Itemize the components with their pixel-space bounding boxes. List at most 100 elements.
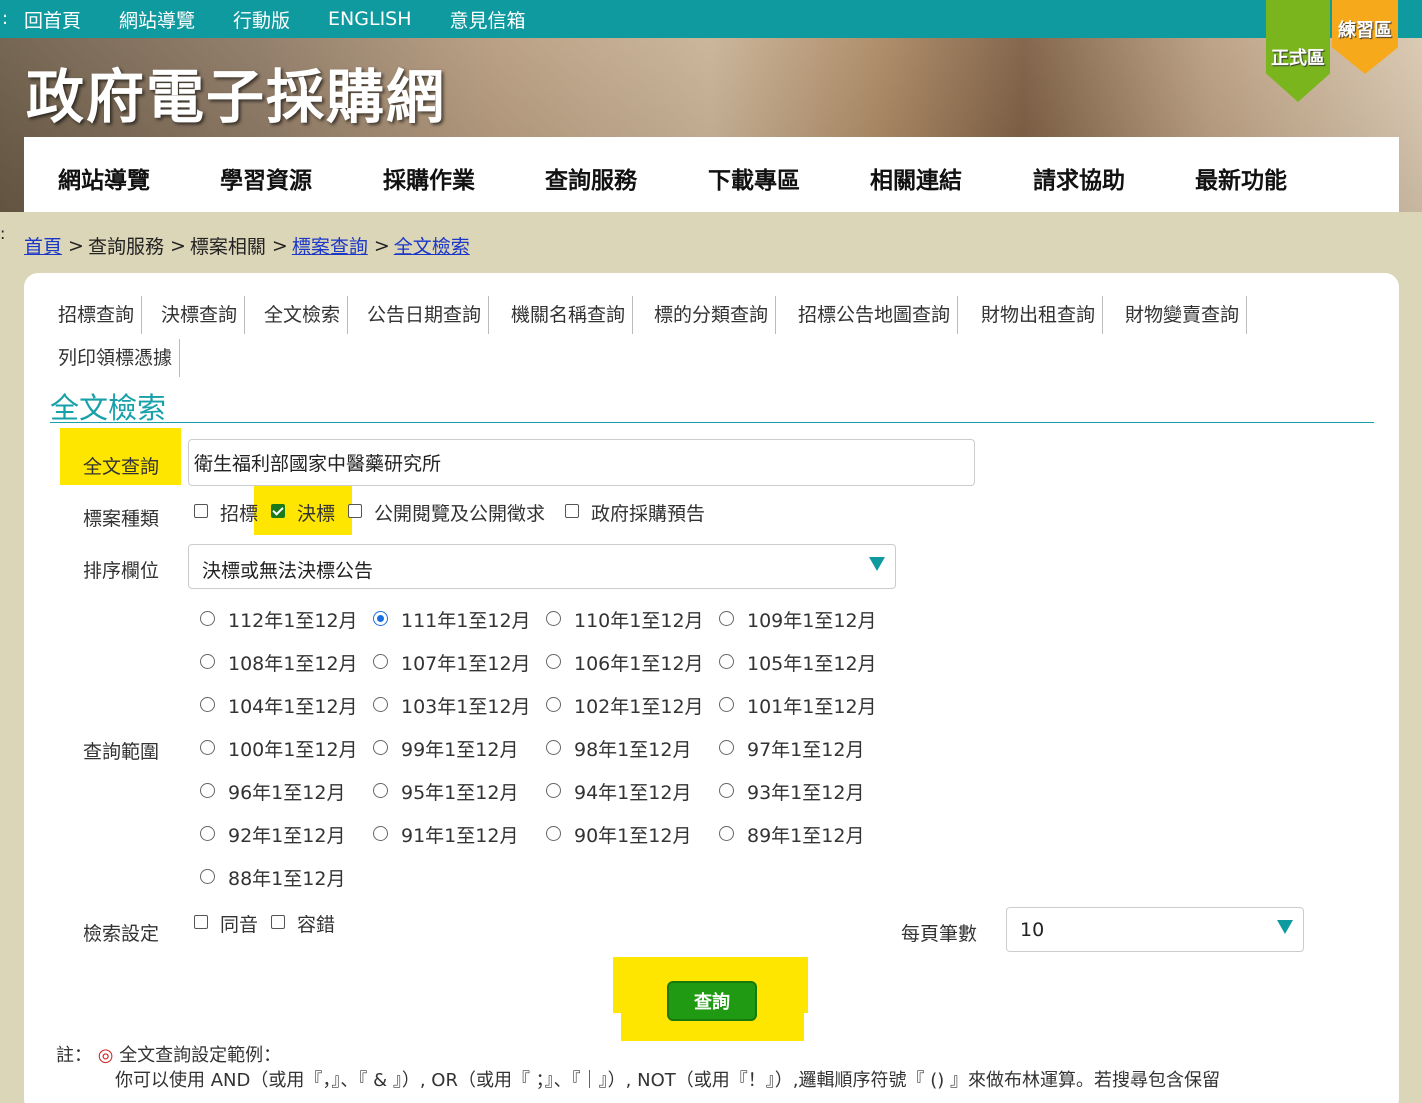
range-radio[interactable] xyxy=(719,697,734,712)
nav-help[interactable]: 請求協助 xyxy=(1033,161,1125,195)
range-radio[interactable] xyxy=(200,697,215,712)
range-radio[interactable] xyxy=(546,697,561,712)
breadcrumb-separator: > xyxy=(68,234,84,257)
breadcrumb-separator: > xyxy=(373,234,390,257)
range-radio[interactable] xyxy=(373,826,388,841)
range-radio[interactable] xyxy=(200,611,215,626)
breadcrumb-separator: > xyxy=(169,234,186,257)
range-radio-label: 102年1至12月 xyxy=(574,696,704,718)
nav-new-features[interactable]: 最新功能 xyxy=(1195,161,1287,195)
range-radio[interactable] xyxy=(200,826,215,841)
tab-print-receipt[interactable]: 列印領標憑據 xyxy=(58,339,181,377)
top-bar: : 回首頁 網站導覽 行動版 ENGLISH 意見信箱 xyxy=(0,0,1422,38)
range-radio-label: 95年1至12月 xyxy=(401,782,519,804)
site-title[interactable]: 政府電子採購網 xyxy=(26,50,446,134)
range-radio-label: 90年1至12月 xyxy=(574,825,692,847)
tab-agency-query[interactable]: 機關名稱查詢 xyxy=(511,296,634,334)
nav-query-service[interactable]: 查詢服務 xyxy=(545,161,637,195)
tab-tender-query[interactable]: 招標查詢 xyxy=(58,296,143,334)
range-radio[interactable] xyxy=(719,654,734,669)
tab-rental-query[interactable]: 財物出租查詢 xyxy=(981,296,1104,334)
per-page-value: 10 xyxy=(1020,919,1045,941)
range-radio-label: 104年1至12月 xyxy=(228,696,358,718)
breadcrumb-tender-related: 標案相關 xyxy=(189,236,266,258)
type-forecast-checkbox[interactable] xyxy=(565,504,579,518)
top-link-english[interactable]: ENGLISH xyxy=(328,8,411,30)
range-radio-label: 94年1至12月 xyxy=(574,782,692,804)
submit-button[interactable]: 查詢 xyxy=(667,981,757,1021)
tab-sale-query[interactable]: 財物變賣查詢 xyxy=(1125,296,1248,334)
range-radio[interactable] xyxy=(546,740,561,755)
breadcrumb-fulltext[interactable]: 全文檢索 xyxy=(394,232,470,259)
breadcrumb-query-service: 查詢服務 xyxy=(87,236,164,258)
note-heading-text: 全文查詢設定範例： xyxy=(119,1045,282,1066)
range-radio-label: 92年1至12月 xyxy=(228,825,346,847)
range-radio[interactable] xyxy=(719,611,734,626)
type-public-review-checkbox[interactable] xyxy=(348,504,362,518)
type-tender-checkbox[interactable] xyxy=(194,504,208,518)
tab-date-query[interactable]: 公告日期查詢 xyxy=(367,296,490,334)
range-radio[interactable] xyxy=(200,654,215,669)
range-radio-label: 108年1至12月 xyxy=(228,653,358,675)
tab-category-query[interactable]: 標的分類查詢 xyxy=(654,296,777,334)
range-radio[interactable] xyxy=(719,740,734,755)
homophone-checkbox[interactable] xyxy=(194,915,208,929)
range-radio[interactable] xyxy=(546,783,561,798)
fulltext-input[interactable] xyxy=(188,439,975,486)
note-prefix: 註： xyxy=(56,1045,92,1066)
nav-download[interactable]: 下載專區 xyxy=(708,161,800,195)
accesskey-marker: : xyxy=(2,8,9,29)
type-public-review-label: 公開閱覽及公開徵求 xyxy=(374,503,546,525)
range-radio[interactable] xyxy=(546,826,561,841)
range-radio[interactable] xyxy=(373,740,388,755)
range-radio[interactable] xyxy=(373,697,388,712)
range-radio[interactable] xyxy=(200,869,215,884)
range-radio[interactable] xyxy=(719,783,734,798)
breadcrumb-tender-query[interactable]: 標案查詢 xyxy=(292,232,368,259)
top-link-sitemap[interactable]: 網站導覽 xyxy=(119,6,195,33)
tab-map-query[interactable]: 招標公告地圖查詢 xyxy=(798,296,959,334)
top-link-mobile[interactable]: 行動版 xyxy=(233,6,290,33)
bullet-circle-icon: ◎ xyxy=(97,1045,114,1066)
range-radio-label: 106年1至12月 xyxy=(574,653,704,675)
range-label: 查詢範圍 xyxy=(83,741,160,763)
per-page-select[interactable]: 10 xyxy=(1006,907,1304,952)
top-link-home[interactable]: 回首頁 xyxy=(24,6,81,33)
range-radio[interactable] xyxy=(373,783,388,798)
note-body: 你可以使用 AND（或用『，』、『 & 』）, OR（或用『 ；』、『｜』）, … xyxy=(115,1070,1220,1091)
range-radio-label: 105年1至12月 xyxy=(747,653,877,675)
sort-select[interactable]: 決標或無法決標公告 xyxy=(188,544,896,589)
practice-zone-label: 練習區 xyxy=(1338,20,1392,41)
nav-sitemap[interactable]: 網站導覽 xyxy=(58,161,150,195)
dropdown-arrow-icon xyxy=(869,557,885,571)
type-award-checkbox[interactable] xyxy=(271,504,285,518)
note-heading: 註： ◎ 全文查詢設定範例： xyxy=(56,1041,281,1067)
top-link-feedback[interactable]: 意見信箱 xyxy=(450,6,526,33)
fault-tolerance-checkbox[interactable] xyxy=(271,915,285,929)
range-radio-label: 91年1至12月 xyxy=(401,825,519,847)
sort-select-value: 決標或無法決標公告 xyxy=(202,560,374,582)
range-radio[interactable] xyxy=(200,783,215,798)
per-page-label: 每頁筆數 xyxy=(901,923,978,945)
nav-learning[interactable]: 學習資源 xyxy=(220,161,312,195)
formal-zone-label: 正式區 xyxy=(1271,48,1325,69)
range-radio[interactable] xyxy=(373,654,388,669)
nav-procurement[interactable]: 採購作業 xyxy=(383,161,475,195)
range-radio[interactable] xyxy=(546,654,561,669)
nav-related-links[interactable]: 相關連結 xyxy=(870,161,962,195)
range-radio[interactable] xyxy=(373,611,388,626)
accesskey-marker-center: : xyxy=(0,224,6,243)
breadcrumb-home[interactable]: 首頁 xyxy=(24,232,62,259)
range-radio[interactable] xyxy=(546,611,561,626)
main-nav: 網站導覽 學習資源 採購作業 查詢服務 下載專區 相關連結 請求協助 最新功能 xyxy=(24,137,1399,212)
homophone-label: 同音 xyxy=(220,914,259,936)
breadcrumb: 首頁 > 查詢服務 > 標案相關 > 標案查詢 > 全文檢索 xyxy=(24,232,470,259)
content-panel: 招標查詢 決標查詢 全文檢索 公告日期查詢 機關名稱查詢 標的分類查詢 招標公告… xyxy=(24,273,1399,1103)
tab-award-query[interactable]: 決標查詢 xyxy=(161,296,246,334)
top-links: 回首頁 網站導覽 行動版 ENGLISH 意見信箱 xyxy=(24,0,564,38)
range-radio[interactable] xyxy=(719,826,734,841)
tab-fulltext[interactable]: 全文檢索 xyxy=(264,296,349,334)
range-radio[interactable] xyxy=(200,740,215,755)
range-radio-label: 112年1至12月 xyxy=(228,610,358,632)
breadcrumb-separator: > xyxy=(271,234,288,257)
